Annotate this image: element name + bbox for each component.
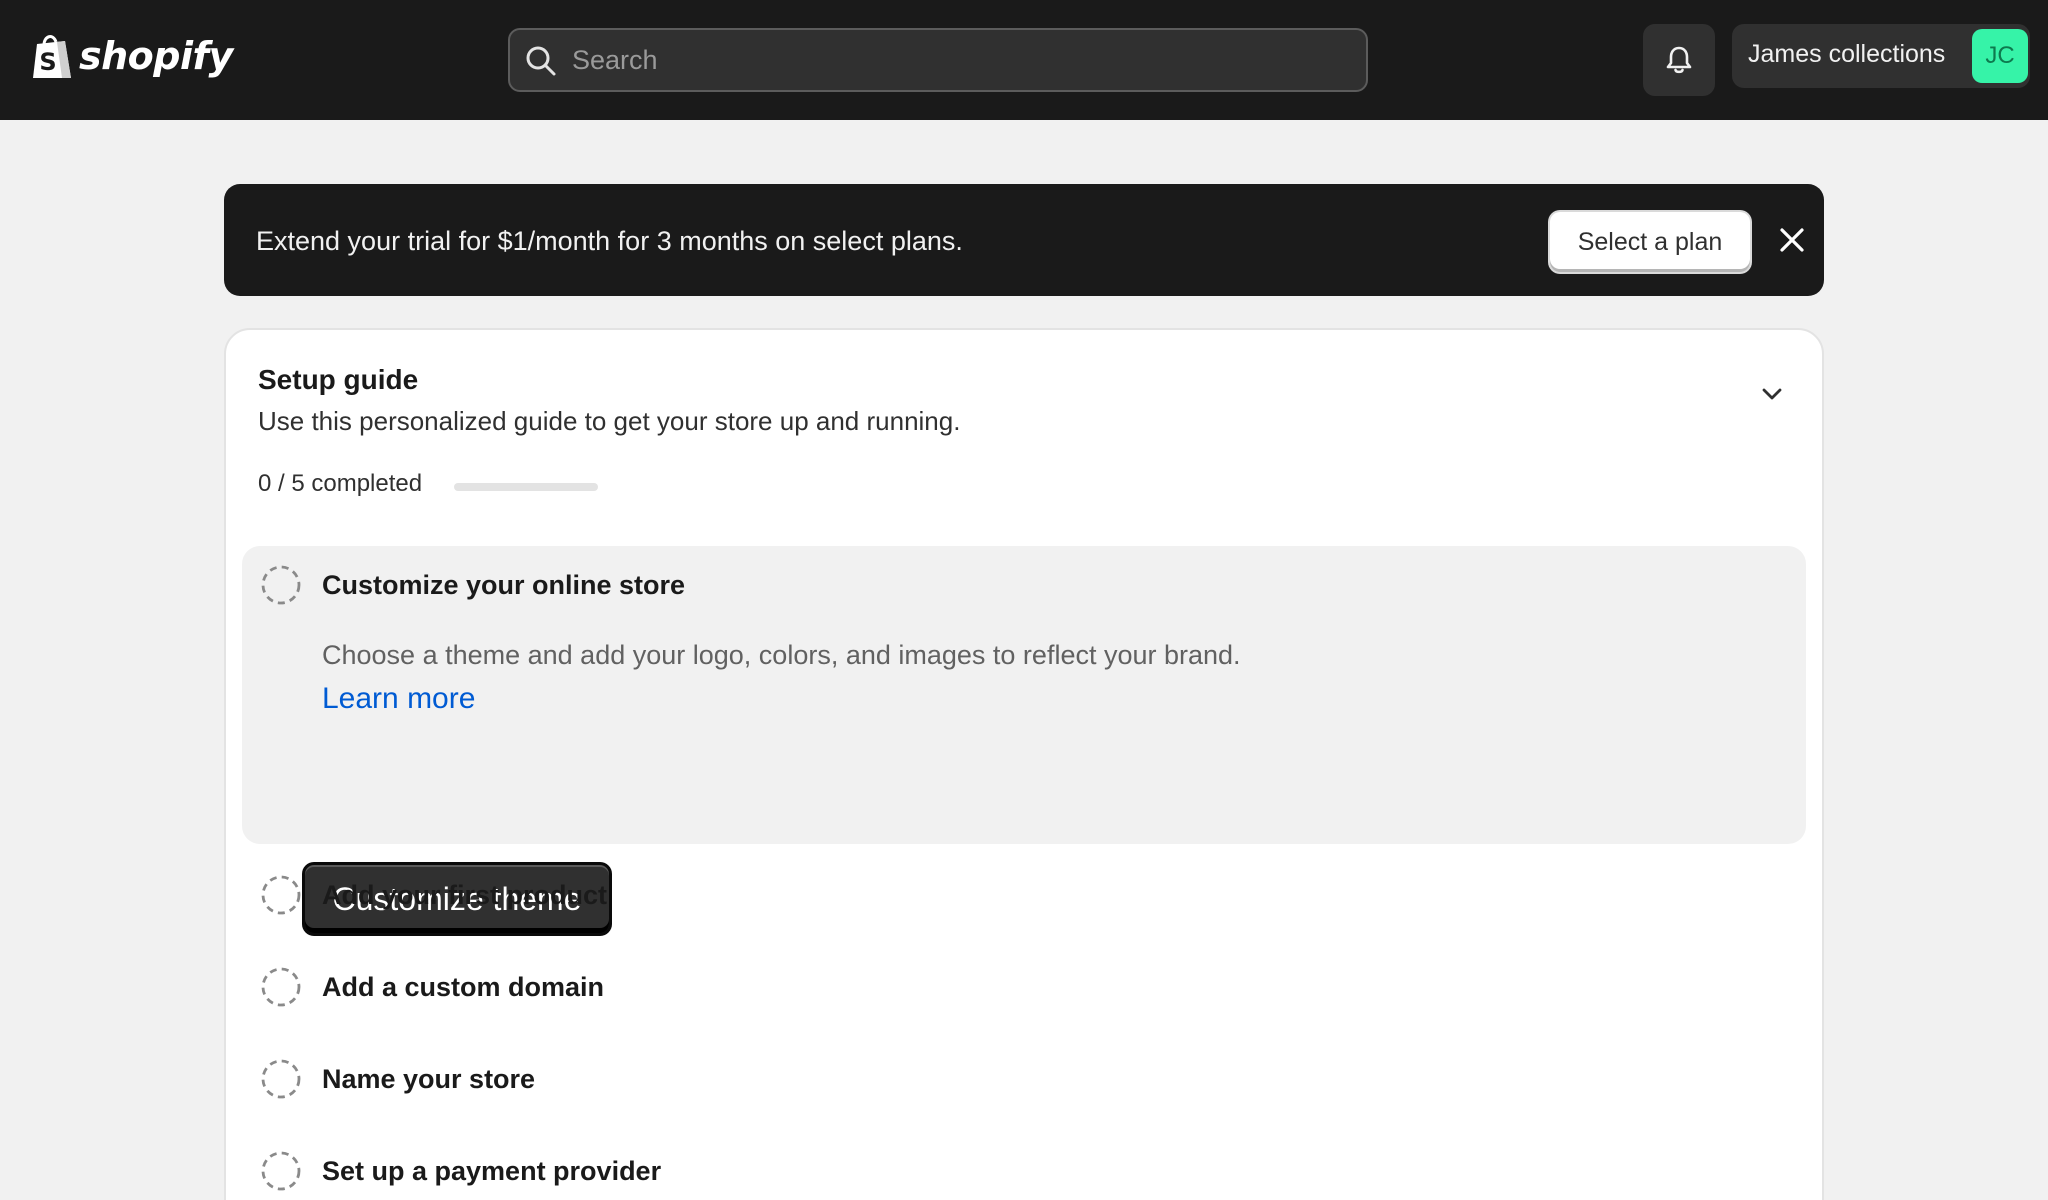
chevron-down-icon xyxy=(1762,388,1782,400)
task-customize-store[interactable]: Customize your online store Choose a the… xyxy=(242,546,1806,844)
brand-name: shopify xyxy=(79,34,233,78)
bell-icon xyxy=(1666,46,1692,74)
top-bar: S shopify James collections JC xyxy=(0,0,2048,120)
banner-message: Extend your trial for $1/month for 3 mon… xyxy=(256,226,963,256)
collapse-guide-button[interactable] xyxy=(1750,372,1794,416)
task-name-store[interactable]: Name your store xyxy=(242,1032,1806,1124)
close-icon xyxy=(1780,228,1804,252)
search-bar[interactable] xyxy=(508,28,1368,92)
incomplete-circle-icon xyxy=(261,875,301,915)
shopify-logo[interactable]: S shopify xyxy=(31,31,233,81)
task-title: Customize your online store xyxy=(322,570,686,600)
setup-guide-card: Setup guide Use this personalized guide … xyxy=(224,328,1824,1200)
incomplete-circle-icon xyxy=(261,1059,301,1099)
incomplete-circle-icon xyxy=(261,1151,301,1191)
avatar: JC xyxy=(1972,29,2028,83)
svg-text:S: S xyxy=(39,48,56,76)
account-menu[interactable]: James collections JC xyxy=(1732,24,2030,88)
task-add-product[interactable]: Add your first product xyxy=(242,848,1806,940)
progress-label: 0 / 5 completed xyxy=(258,470,423,497)
store-name: James collections xyxy=(1748,40,1946,68)
task-description: Choose a theme and add your logo, colors… xyxy=(322,640,1241,670)
setup-guide-title: Setup guide xyxy=(258,364,419,395)
dismiss-banner-button[interactable] xyxy=(1772,220,1812,260)
incomplete-circle-icon xyxy=(261,967,301,1007)
search-icon xyxy=(526,46,556,76)
task-payment-provider[interactable]: Set up a payment provider xyxy=(242,1124,1806,1200)
progress-bar xyxy=(454,483,598,491)
learn-more-link[interactable]: Learn more xyxy=(322,682,475,716)
select-plan-button[interactable]: Select a plan xyxy=(1550,212,1750,272)
incomplete-circle-icon xyxy=(261,565,301,605)
task-title: Add your first product xyxy=(322,880,607,910)
task-title: Set up a payment provider xyxy=(322,1156,662,1186)
task-title: Name your store xyxy=(322,1064,536,1094)
trial-banner: Extend your trial for $1/month for 3 mon… xyxy=(224,184,1824,296)
setup-guide-subtitle: Use this personalized guide to get your … xyxy=(258,406,961,436)
search-input[interactable] xyxy=(572,30,1352,90)
task-title: Add a custom domain xyxy=(322,972,605,1002)
shopify-bag-icon: S xyxy=(33,35,71,78)
task-custom-domain[interactable]: Add a custom domain xyxy=(242,940,1806,1032)
notifications-button[interactable] xyxy=(1643,24,1715,96)
